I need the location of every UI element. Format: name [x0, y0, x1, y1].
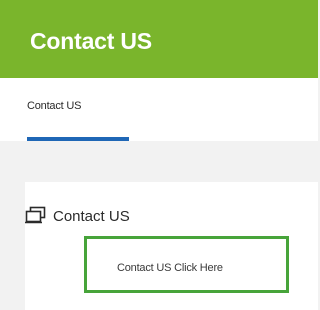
tab-label: Contact US: [27, 100, 82, 112]
tab-bar: Contact US: [0, 78, 318, 141]
card-heading: Contact US: [53, 208, 130, 225]
page-title: Contact US: [30, 28, 152, 54]
monitor-icon: [25, 206, 46, 224]
contact-us-link[interactable]: Contact US Click Here: [117, 262, 223, 274]
app-header: Contact US: [0, 0, 318, 78]
tab-contact-us[interactable]: Contact US: [27, 78, 137, 141]
active-tab-indicator: [27, 137, 129, 141]
